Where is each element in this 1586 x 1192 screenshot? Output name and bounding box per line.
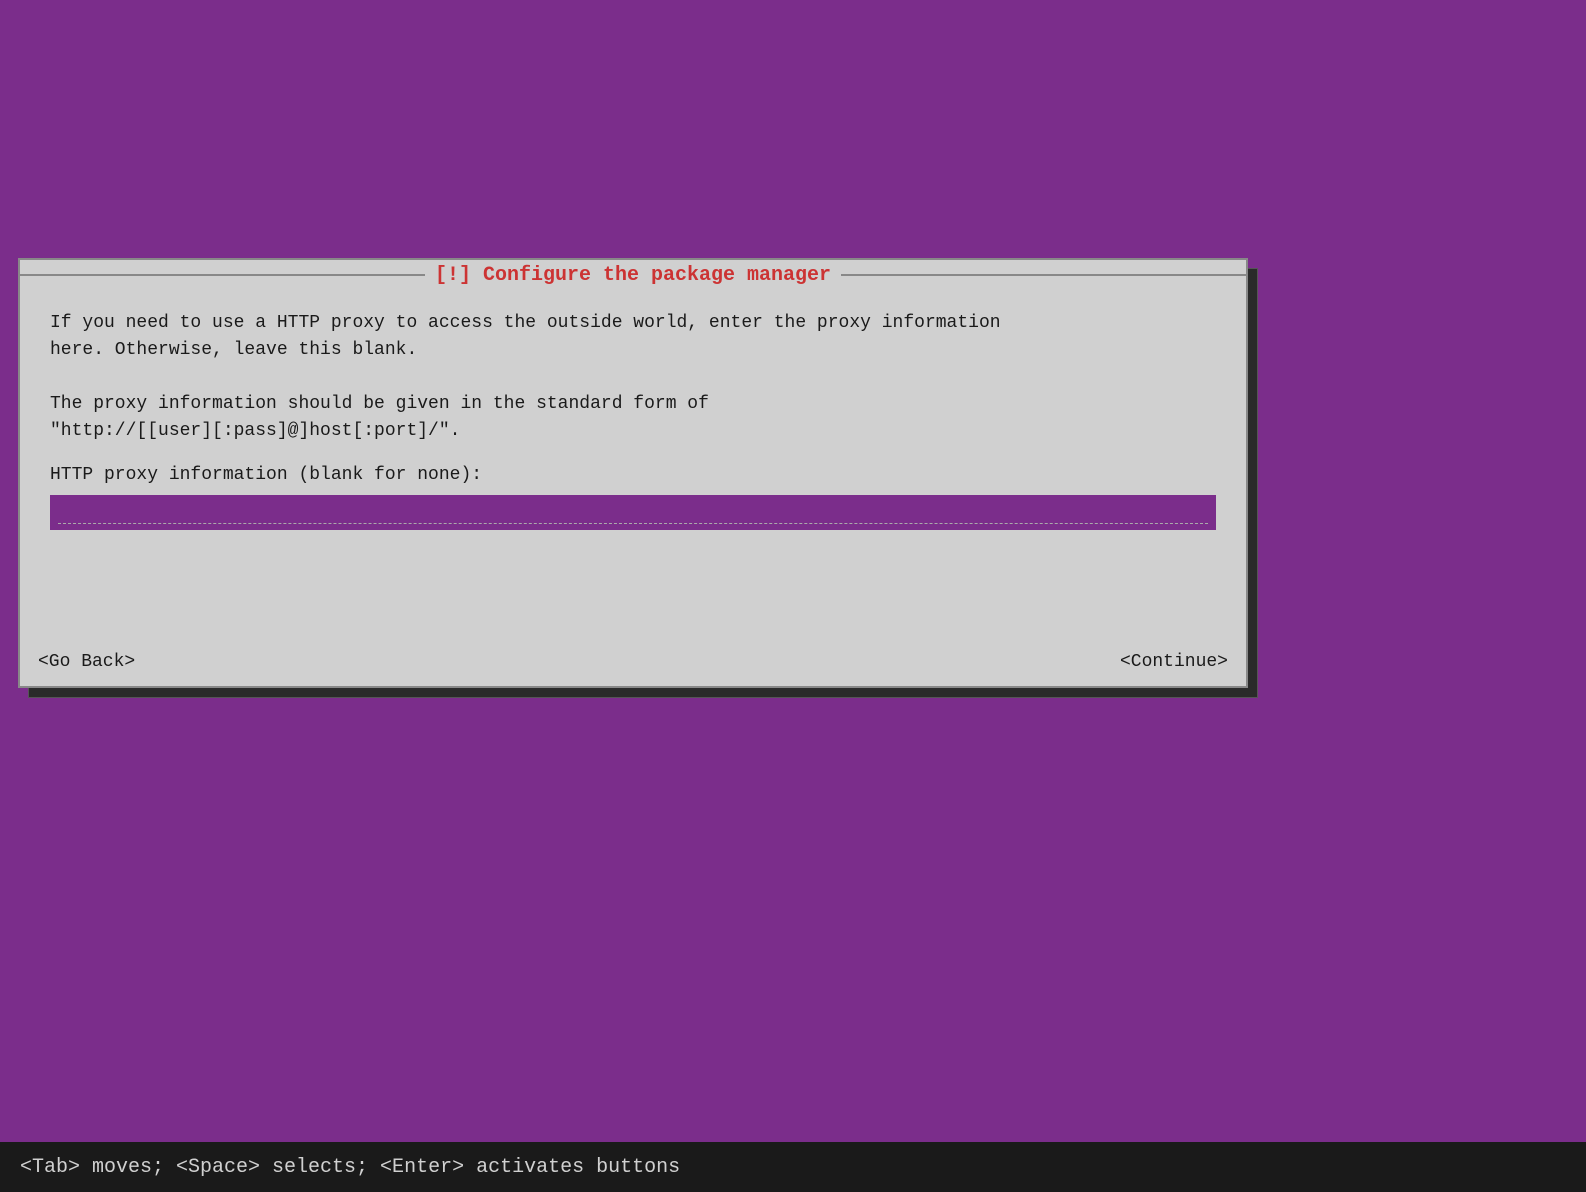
status-bar: <Tab> moves; <Space> selects; <Enter> ac…: [0, 1142, 1586, 1192]
dialog-title: [!] Configure the package manager: [425, 264, 841, 287]
input-underline: [58, 523, 1208, 524]
terminal-background: [!] Configure the package manager If you…: [0, 0, 1586, 1192]
desc-line3: The proxy information should be given in…: [50, 394, 709, 414]
desc-line1: If you need to use a HTTP proxy to acces…: [50, 313, 1001, 333]
continue-button[interactable]: <Continue>: [1112, 648, 1236, 676]
proxy-input-container[interactable]: [50, 495, 1216, 530]
proxy-form-label: HTTP proxy information (blank for none):: [50, 465, 1216, 485]
proxy-input[interactable]: [58, 501, 1208, 521]
title-line-right: [841, 274, 1246, 276]
desc-line2: here. Otherwise, leave this blank.: [50, 340, 417, 360]
go-back-button[interactable]: <Go Back>: [30, 648, 143, 676]
configure-package-manager-dialog: [!] Configure the package manager If you…: [18, 258, 1248, 688]
title-line-left: [20, 274, 425, 276]
desc-line4: "http://[[user][:pass]@]host[:port]/".: [50, 421, 460, 441]
dialog-title-bar: [!] Configure the package manager: [20, 260, 1246, 290]
dialog-body: If you need to use a HTTP proxy to acces…: [20, 290, 1246, 648]
dialog-buttons: <Go Back> <Continue>: [20, 648, 1246, 686]
status-bar-text: <Tab> moves; <Space> selects; <Enter> ac…: [20, 1156, 680, 1179]
description-text: If you need to use a HTTP proxy to acces…: [50, 310, 1216, 445]
